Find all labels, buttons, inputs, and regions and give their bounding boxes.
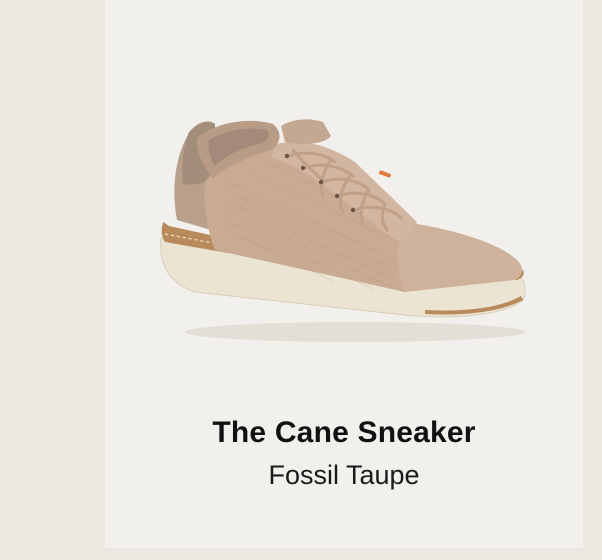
product-image[interactable]: ∙ ∙: [155, 110, 535, 350]
svg-text:∙ ∙: ∙ ∙: [295, 132, 300, 138]
product-card[interactable]: ∙ ∙ The Cane Sneaker Fossil Taupe: [105, 0, 583, 548]
product-name[interactable]: The Cane Sneaker: [152, 416, 536, 450]
product-color: Fossil Taupe: [268, 460, 420, 490]
page-background: ∙ ∙ The Cane Sneaker Fossil Taupe: [0, 0, 602, 560]
